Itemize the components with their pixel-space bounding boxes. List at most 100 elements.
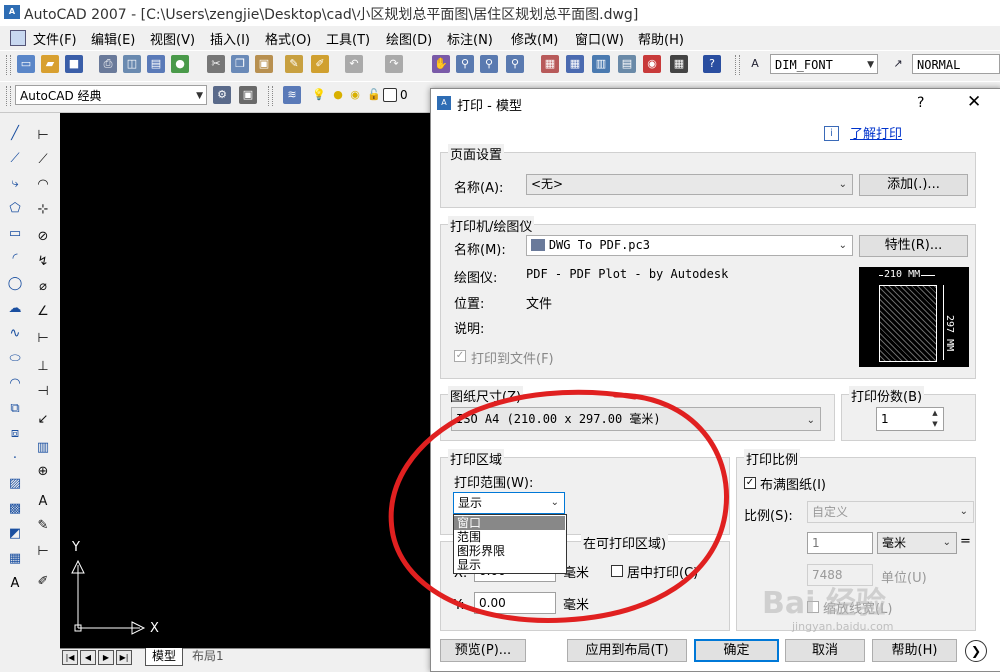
gradient-icon[interactable]: ▩ — [6, 500, 24, 518]
workspace-settings-icon[interactable]: ⚙ — [213, 86, 231, 104]
page-setup-name-dropdown[interactable]: <无> ⌄ — [526, 174, 853, 195]
jogged-dimension-icon[interactable]: ↯ — [34, 253, 52, 271]
apply-to-layout-button[interactable]: 应用到布局(T) — [567, 639, 687, 662]
print-range-dropdown[interactable]: 显示 ⌄ — [453, 492, 565, 514]
toolbar-grip[interactable] — [735, 55, 740, 75]
open-file-icon[interactable]: ▰ — [41, 55, 59, 73]
toolbar-grip[interactable] — [6, 55, 11, 75]
menu-modify[interactable]: 修改(M) — [511, 29, 558, 48]
dimension-text-edit-icon[interactable]: ✎ — [34, 517, 52, 535]
table-icon[interactable]: ▦ — [6, 550, 24, 568]
first-tab-icon[interactable]: |◀ — [62, 650, 78, 665]
fit-to-paper-checkbox[interactable]: ✓ — [744, 477, 756, 489]
dimension-edit-icon[interactable]: A — [34, 493, 52, 511]
drawing-canvas[interactable] — [60, 113, 430, 648]
region-icon[interactable]: ◩ — [6, 525, 24, 543]
text-style-combo[interactable]: DIM_FONT ▼ — [770, 54, 878, 74]
tool-palettes-icon[interactable]: ▥ — [592, 55, 610, 73]
block-editor-icon[interactable]: ✐ — [311, 55, 329, 73]
menu-tools[interactable]: 工具(T) — [326, 29, 370, 48]
close-icon[interactable]: ✕ — [967, 92, 981, 112]
dim-style-combo[interactable]: NORMAL — [912, 54, 1000, 74]
insert-block-icon[interactable]: ⧉ — [6, 400, 24, 418]
copies-spinner-icon[interactable]: ▲ ▼ — [928, 408, 942, 430]
zoom-window-icon[interactable]: ⚲ — [480, 55, 498, 73]
rectangle-icon[interactable]: ▭ — [6, 225, 24, 243]
center-plot-checkbox[interactable] — [611, 565, 623, 577]
learn-print-link[interactable]: 了解打印 — [850, 123, 902, 142]
make-block-icon[interactable]: ⧈ — [6, 425, 24, 443]
center-mark-icon[interactable]: ⊕ — [34, 463, 52, 481]
copy-icon[interactable]: ❐ — [231, 55, 249, 73]
circle-icon[interactable]: ◯ — [6, 275, 24, 293]
aligned-dimension-icon[interactable]: ⟋ — [34, 151, 52, 169]
tab-layout1[interactable]: 布局1 — [186, 648, 230, 665]
prev-tab-icon[interactable]: ◀ — [80, 650, 96, 665]
workspace-save-icon[interactable]: ▣ — [239, 86, 257, 104]
scale-unit-dropdown[interactable]: 毫米 ⌄ — [877, 532, 957, 554]
tolerance-icon[interactable]: ▥ — [34, 439, 52, 457]
layer-freeze-icon[interactable]: ● — [329, 86, 347, 104]
dialog-help-button[interactable]: ? — [917, 95, 924, 111]
help-button[interactable]: 帮助(H) — [872, 639, 957, 662]
revision-cloud-icon[interactable]: ☁ — [6, 300, 24, 318]
match-properties-icon[interactable]: ✎ — [285, 55, 303, 73]
zoom-previous-icon[interactable]: ⚲ — [506, 55, 524, 73]
layer-color-icon[interactable] — [383, 88, 397, 102]
menu-format[interactable]: 格式(O) — [265, 29, 311, 48]
scale-lineweights-checkbox[interactable] — [807, 601, 819, 613]
range-option-extents[interactable]: 范围 — [454, 530, 565, 544]
arc-length-icon[interactable]: ◠ — [34, 176, 52, 194]
menu-window[interactable]: 窗口(W) — [575, 29, 624, 48]
ellipse-icon[interactable]: ⬭ — [6, 350, 24, 368]
last-tab-icon[interactable]: ▶| — [116, 650, 132, 665]
text-style-icon[interactable]: A — [746, 55, 764, 73]
print-icon[interactable]: ⎙ — [99, 55, 117, 73]
undo-icon[interactable]: ↶ — [345, 55, 363, 73]
preview-button[interactable]: 预览(P)... — [440, 639, 526, 662]
sheet-set-icon[interactable]: ▤ — [618, 55, 636, 73]
hatch-icon[interactable]: ▨ — [6, 475, 24, 493]
scale-numerator-input[interactable]: 1 — [807, 532, 873, 554]
dimension-style-icon[interactable]: ✐ — [34, 573, 52, 591]
range-option-window[interactable]: 窗口 — [454, 516, 565, 530]
baseline-dimension-icon[interactable]: ⊥ — [34, 358, 52, 376]
menu-help[interactable]: 帮助(H) — [638, 29, 684, 48]
etransmit-icon[interactable]: ● — [171, 55, 189, 73]
scale-denominator-input[interactable]: 7488 — [807, 564, 873, 586]
radius-dimension-icon[interactable]: ⊘ — [34, 228, 52, 246]
pan-icon[interactable]: ✋ — [432, 55, 450, 73]
ellipse-arc-icon[interactable]: ◠ — [6, 375, 24, 393]
markup-icon[interactable]: ◉ — [643, 55, 661, 73]
menu-view[interactable]: 视图(V) — [150, 29, 195, 48]
menu-draw[interactable]: 绘图(D) — [386, 29, 432, 48]
document-icon[interactable] — [10, 30, 26, 46]
more-options-icon[interactable]: ❯ — [965, 640, 987, 662]
continue-dimension-icon[interactable]: ⊣ — [34, 383, 52, 401]
paste-icon[interactable]: ▣ — [255, 55, 273, 73]
layer-on-icon[interactable]: 💡 — [310, 86, 328, 104]
point-icon[interactable]: · — [6, 450, 24, 468]
calculator-icon[interactable]: ▦ — [670, 55, 688, 73]
quick-leader-icon[interactable]: ↙ — [34, 411, 52, 429]
design-center-icon[interactable]: ▦ — [566, 55, 584, 73]
menu-dimension[interactable]: 标注(N) — [447, 29, 493, 48]
menu-file[interactable]: 文件(F) — [33, 29, 77, 48]
cancel-button[interactable]: 取消 — [785, 639, 865, 662]
line-icon[interactable]: ╱ — [6, 125, 24, 143]
construction-line-icon[interactable]: ⟋ — [6, 150, 24, 168]
add-page-setup-button[interactable]: 添加(.)... — [859, 174, 968, 196]
next-tab-icon[interactable]: ▶ — [98, 650, 114, 665]
scale-ratio-dropdown[interactable]: 自定义 ⌄ — [807, 501, 974, 523]
save-icon[interactable]: ■ — [65, 55, 83, 73]
dim-style-icon[interactable]: ↗ — [889, 55, 907, 73]
zoom-realtime-icon[interactable]: ⚲ — [456, 55, 474, 73]
toolbar-grip[interactable] — [268, 86, 273, 106]
help-icon[interactable]: ? — [703, 55, 721, 73]
offset-y-input[interactable]: 0.00 — [474, 592, 556, 614]
diameter-dimension-icon[interactable]: ⌀ — [34, 278, 52, 296]
new-file-icon[interactable]: ▭ — [17, 55, 35, 73]
print-to-file-checkbox[interactable]: ✓ — [454, 350, 466, 362]
toolbar-grip[interactable] — [6, 86, 11, 106]
polygon-icon[interactable]: ⬠ — [6, 200, 24, 218]
